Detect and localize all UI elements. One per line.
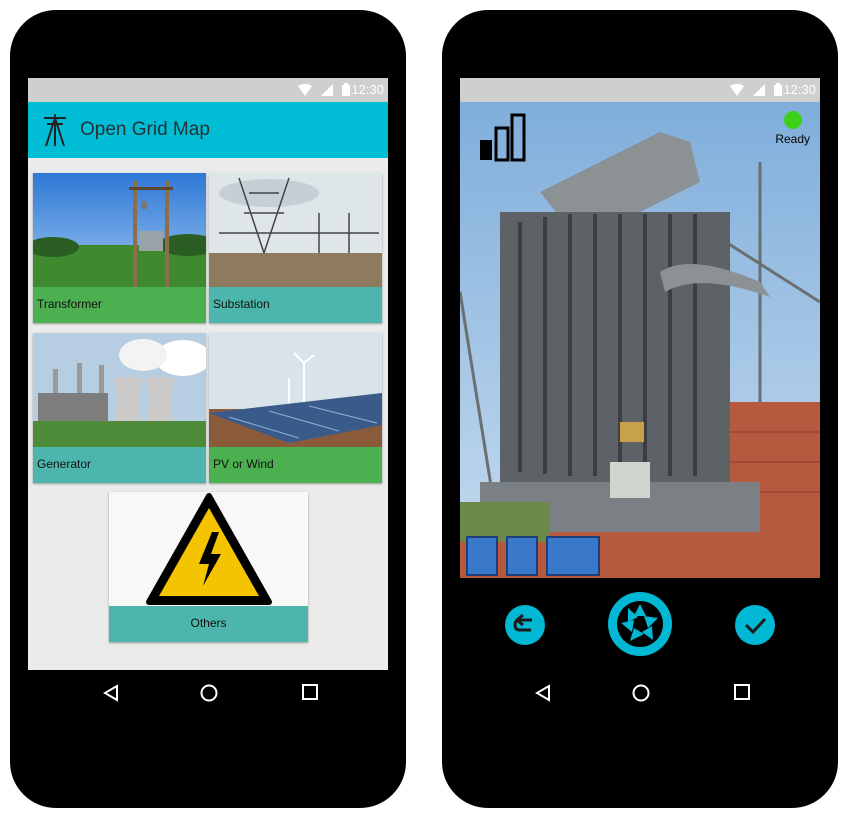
undo-icon[interactable] (504, 604, 546, 646)
signal-strength-bars-icon (480, 113, 526, 162)
check-icon[interactable] (734, 604, 776, 646)
status-bar: 12:30 (460, 78, 820, 102)
back-triangle-icon[interactable] (102, 684, 120, 702)
camera-viewfinder[interactable]: Ready (460, 102, 820, 578)
app-bar: Open Grid Map (28, 102, 388, 158)
nav-bar (28, 670, 388, 718)
category-label: Transformer (33, 287, 206, 323)
transformer-photo (33, 173, 206, 287)
category-card-pv-wind[interactable]: PV or Wind (209, 333, 382, 483)
category-screen: 12:30 Open Grid Map Transformer Substati… (28, 78, 388, 718)
back-triangle-icon[interactable] (534, 684, 552, 702)
status-time: 12:30 (783, 82, 816, 97)
camera-screen: 12:30 Ready (460, 78, 820, 718)
battery-icon (774, 83, 782, 96)
category-label: Others (109, 606, 308, 642)
wifi-icon (298, 83, 312, 96)
power-pole-icon (44, 114, 66, 146)
signal-icon (753, 83, 765, 96)
ready-status-label: Ready (775, 132, 810, 146)
wifi-icon (730, 83, 744, 96)
captured-thumbnail[interactable] (506, 536, 538, 576)
solar-wind-photo (209, 333, 382, 447)
nav-bar (460, 670, 820, 718)
captured-thumbnail[interactable] (546, 536, 600, 576)
substation-photo (209, 173, 382, 287)
status-time: 12:30 (351, 82, 384, 97)
category-label: Generator (33, 447, 206, 483)
phone-left: 12:30 Open Grid Map Transformer Substati… (10, 10, 406, 808)
category-card-transformer[interactable]: Transformer (33, 173, 206, 323)
phone-right: 12:30 Ready (442, 10, 838, 808)
camera-controls (460, 578, 820, 670)
ready-status-indicator (784, 111, 802, 129)
recents-square-icon[interactable] (302, 684, 318, 700)
home-circle-icon[interactable] (200, 684, 218, 702)
signal-icon (321, 83, 333, 96)
home-circle-icon[interactable] (632, 684, 650, 702)
warning-sign (109, 492, 308, 606)
power-plant-photo (33, 333, 206, 447)
category-card-others[interactable]: Others (109, 492, 308, 642)
app-title: Open Grid Map (80, 119, 210, 140)
captured-thumbnail[interactable] (466, 536, 498, 576)
battery-icon (342, 83, 350, 96)
category-card-substation[interactable]: Substation (209, 173, 382, 323)
shutter-icon[interactable] (606, 590, 674, 658)
category-card-generator[interactable]: Generator (33, 333, 206, 483)
category-label: Substation (209, 287, 382, 323)
category-label: PV or Wind (209, 447, 382, 483)
recents-square-icon[interactable] (734, 684, 750, 700)
status-bar: 12:30 (28, 78, 388, 102)
transformer-photo (460, 102, 820, 578)
